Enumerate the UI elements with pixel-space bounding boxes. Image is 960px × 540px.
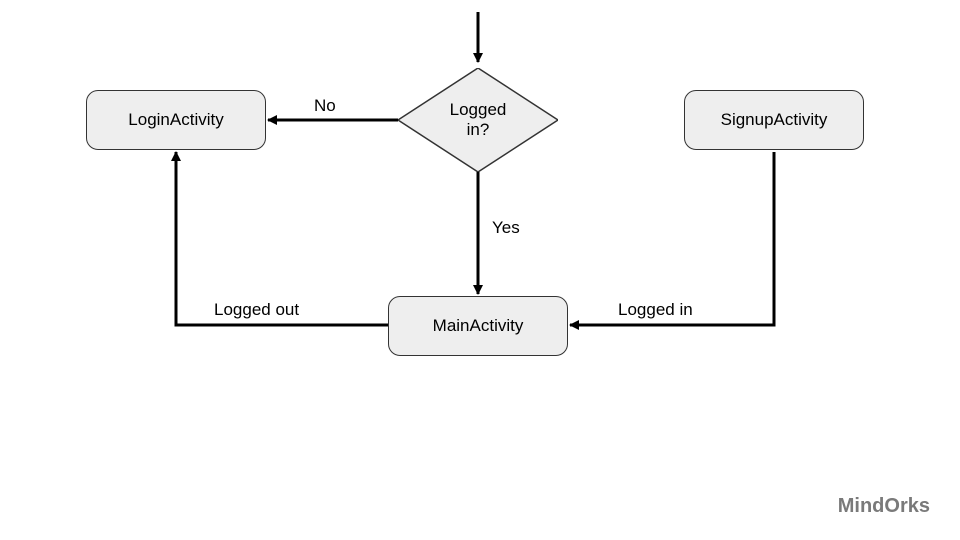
edge-label-no: No [312,96,338,116]
edge-label-logged-out: Logged out [212,300,301,320]
edge-label-logged-in: Logged in [616,300,695,320]
decision-logged-in: Logged in? [398,68,558,172]
node-main-activity: MainActivity [388,296,568,356]
node-main-label: MainActivity [433,316,524,336]
node-login-activity: LoginActivity [86,90,266,150]
node-login-label: LoginActivity [128,110,223,130]
node-signup-activity: SignupActivity [684,90,864,150]
attribution-text: MindOrks [838,495,930,518]
node-signup-label: SignupActivity [721,110,828,130]
decision-label: Logged in? [450,100,507,141]
edge-label-yes: Yes [490,218,522,238]
